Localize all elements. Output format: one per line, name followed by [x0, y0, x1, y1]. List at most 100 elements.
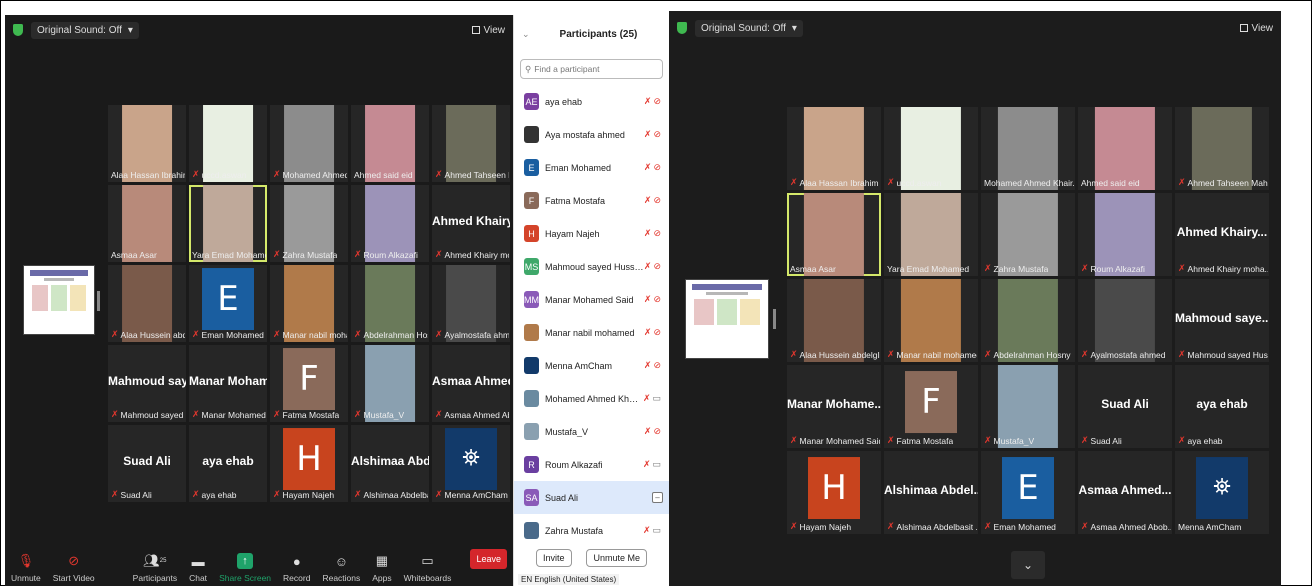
participant-video-tile[interactable]: ✗ Roum Alkazafi — [351, 185, 429, 262]
participant-video-tile[interactable]: Ahmed said eid — [351, 105, 429, 182]
chat-icon: ▬ — [191, 553, 205, 569]
original-sound-toggle[interactable]: Original Sound: Off ▾ — [695, 19, 803, 37]
participant-list-item[interactable]: AE aya ehab ✗⊘ — [514, 85, 669, 118]
participant-video-tile[interactable]: ✗ Roum Alkazafi — [1078, 193, 1172, 276]
participant-video-tile[interactable]: ✗Abdelrahman Hosny — [351, 265, 429, 342]
participant-video-tile[interactable]: Yara Emad Mohamed — [884, 193, 978, 276]
participant-video-tile[interactable]: ✗Alaa Hussein abdelglil — [787, 279, 881, 362]
security-shield-icon[interactable] — [13, 24, 23, 36]
participant-name-text: Yara Emad Mohamed — [192, 250, 266, 260]
chat-button[interactable]: ▬ Chat — [189, 553, 207, 584]
participant-video-tile[interactable]: H ✗ Hayam Najeh — [787, 451, 881, 534]
more-options-icon[interactable]: – — [652, 492, 663, 503]
participants-button[interactable]: 👥︎ 25 Participants — [133, 553, 177, 583]
participant-video-tile[interactable]: Ahmed said eid — [1078, 107, 1172, 190]
share-screen-icon: ↑ — [237, 553, 254, 569]
participant-name-text: Alaa Hassan Ibrahim — [111, 170, 185, 180]
participant-video-tile[interactable]: Alshimaa Abdel... ✗Alshimaa Abdelbasit ..… — [351, 425, 429, 502]
participant-video-tile[interactable]: E ✗ Eman Mohamed — [981, 451, 1075, 534]
view-button[interactable]: View — [1239, 23, 1273, 34]
participant-video-tile[interactable]: Asmaa Asar — [787, 193, 881, 276]
participant-list-item[interactable]: Menna AmCham ✗⊘ — [514, 349, 669, 382]
leave-button[interactable]: Leave — [470, 549, 507, 569]
participant-list-item[interactable]: Manar nabil mohamed ✗⊘ — [514, 316, 669, 349]
participant-video-tile[interactable]: ✗ Mustafa_V — [351, 345, 429, 422]
participant-video-tile[interactable]: E ✗ Eman Mohamed — [189, 265, 267, 342]
participant-list-item[interactable]: Zahra Mustafa ✗▭ — [514, 514, 669, 547]
participant-video-tile[interactable]: ✗Ayalmostafa ahmed — [432, 265, 510, 342]
shared-screen-thumbnail[interactable] — [23, 265, 95, 335]
participant-list-item[interactable]: MS Mahmoud sayed Hussein ✗⊘ — [514, 250, 669, 283]
participant-list-item[interactable]: Aya mostafa ahmed ✗⊘ — [514, 118, 669, 151]
participant-video-tile[interactable]: ✗ Zahra Mustafa — [270, 185, 348, 262]
participant-video-tile[interactable]: Yara Emad Mohamed — [189, 185, 267, 262]
participant-video-tile[interactable]: ✗Manar nabil mohamed — [270, 265, 348, 342]
participant-list-item[interactable]: F Fatma Mostafa ✗⊘ — [514, 184, 669, 217]
panel-resize-handle[interactable] — [773, 309, 776, 329]
participant-video-tile[interactable]: ✗ Mustafa_V — [981, 365, 1075, 448]
participant-video-tile[interactable]: Ahmed Khairy... ✗Ahmed Khairy moha... — [1175, 193, 1269, 276]
record-button[interactable]: ● Record — [283, 553, 310, 584]
participant-video-tile[interactable]: F ✗ Fatma Mostafa — [270, 345, 348, 422]
participant-video-tile[interactable]: Manar Mohame... ✗Manar Mohamed Said — [189, 345, 267, 422]
participant-list-item[interactable]: R Roum Alkazafi ✗▭ — [514, 448, 669, 481]
participant-video-tile[interactable]: Asmaa Asar — [108, 185, 186, 262]
participant-video-tile[interactable]: aya ehab ✗ aya ehab — [189, 425, 267, 502]
reactions-button[interactable]: ☺ Reactions — [322, 553, 360, 584]
panel-resize-handle[interactable] — [97, 291, 100, 311]
participant-video-tile[interactable]: ✗ uccd.aswan — [884, 107, 978, 190]
participant-list-item[interactable]: MM Manar Mohamed Said ✗⊘ — [514, 283, 669, 316]
participant-video-tile[interactable]: ✗Mohamed Ahmed Kh... — [270, 105, 348, 182]
participant-list-item[interactable]: Mohamed Ahmed Khairy Abdu...✗▭ — [514, 382, 669, 415]
chevron-down-icon[interactable]: ⌄ — [1011, 551, 1045, 579]
participant-video-tile[interactable]: ✗Alaa Hussein abdelglil — [108, 265, 186, 342]
participant-video-tile[interactable]: Mahmoud saye... ✗Mahmoud sayed Hus... — [1175, 279, 1269, 362]
start-video-button[interactable]: ⊘ Start Video — [53, 553, 95, 583]
participant-video-tile[interactable]: Alaa Hassan Ibrahim — [108, 105, 186, 182]
apps-button[interactable]: ▦ Apps — [372, 553, 391, 583]
participant-video-tile[interactable]: aya ehab ✗ aya ehab — [1175, 365, 1269, 448]
participant-video-tile[interactable]: H ✗ Hayam Najeh — [270, 425, 348, 502]
participant-video-tile[interactable]: ✗ uccd.aswan — [189, 105, 267, 182]
shared-screen-thumbnail[interactable] — [685, 279, 769, 359]
participant-video-tile[interactable]: ⛯ ✗ Menna AmCham — [432, 425, 510, 502]
video-off-icon: ⊘ — [653, 195, 663, 205]
unmute-button[interactable]: 🎙︎ Unmute — [11, 553, 41, 583]
participant-video-tile[interactable]: Asmaa Ahmed... ✗Asmaa Ahmed Abob... — [1078, 451, 1172, 534]
mic-off-icon: ✗ — [790, 349, 798, 359]
participant-video-tile[interactable]: ✗Abdelrahman Hosny — [981, 279, 1075, 362]
participant-video-tile[interactable]: ✗Ahmed Tahseen Mah... — [432, 105, 510, 182]
participant-list-name: Mustafa_V — [545, 426, 589, 437]
unmute-me-button[interactable]: Unmute Me — [586, 549, 647, 567]
participant-name-label: ✗Abdelrahman Hosny — [984, 349, 1071, 360]
participant-video-tile[interactable]: ✗Ayalmostafa ahmed — [1078, 279, 1172, 362]
participant-video-tile[interactable]: ⛯ Menna AmCham — [1175, 451, 1269, 534]
participant-list-item[interactable]: H Hayam Najeh ✗⊘ — [514, 217, 669, 250]
participant-list-item[interactable]: Mustafa_V ✗⊘ — [514, 415, 669, 448]
participant-video-tile[interactable]: Asmaa Ahmed... ✗Asmaa Ahmed Abob... — [432, 345, 510, 422]
participant-video-tile[interactable]: Suad Ali ✗ Suad Ali — [1078, 365, 1172, 448]
participant-search-input[interactable]: ⚲ Find a participant — [520, 59, 663, 79]
participant-video-tile[interactable]: Mahmoud saye... ✗Mahmoud sayed Hus... — [108, 345, 186, 422]
participant-name-label: ✗Alshimaa Abdelbasit ... — [887, 521, 977, 532]
share-screen-button[interactable]: ↑ Share Screen — [219, 553, 271, 583]
invite-button[interactable]: Invite — [536, 549, 572, 567]
collapse-chevron-icon[interactable]: ⌄ — [522, 29, 530, 40]
participant-video-tile[interactable]: ✗ Zahra Mustafa — [981, 193, 1075, 276]
participant-video-tile[interactable]: ✗Ahmed Tahseen Mah... — [1175, 107, 1269, 190]
participant-name-label: ✗Manar nabil mohamed — [887, 349, 977, 360]
participant-video-tile[interactable]: ✗Manar nabil mohamed — [884, 279, 978, 362]
participant-video-tile[interactable]: Ahmed Khairy... ✗Ahmed Khairy moha... — [432, 185, 510, 262]
whiteboards-button[interactable]: ▭ Whiteboards — [404, 553, 452, 583]
view-button[interactable]: View — [471, 25, 505, 36]
participant-video-tile[interactable]: F ✗ Fatma Mostafa — [884, 365, 978, 448]
security-shield-icon[interactable] — [677, 22, 687, 34]
participant-video-tile[interactable]: Manar Mohame... ✗Manar Mohamed Said — [787, 365, 881, 448]
participant-video-tile[interactable]: Suad Ali ✗ Suad Ali — [108, 425, 186, 502]
participant-video-tile[interactable]: ✗ Alaa Hassan Ibrahim — [787, 107, 881, 190]
participant-list-item[interactable]: E Eman Mohamed ✗⊘ — [514, 151, 669, 184]
participant-video-tile[interactable]: Mohamed Ahmed Khair... — [981, 107, 1075, 190]
participant-list-item[interactable]: SA Suad Ali – — [514, 481, 669, 514]
participant-video-tile[interactable]: Alshimaa Abdel... ✗Alshimaa Abdelbasit ..… — [884, 451, 978, 534]
original-sound-toggle[interactable]: Original Sound: Off ▾ — [31, 21, 139, 39]
